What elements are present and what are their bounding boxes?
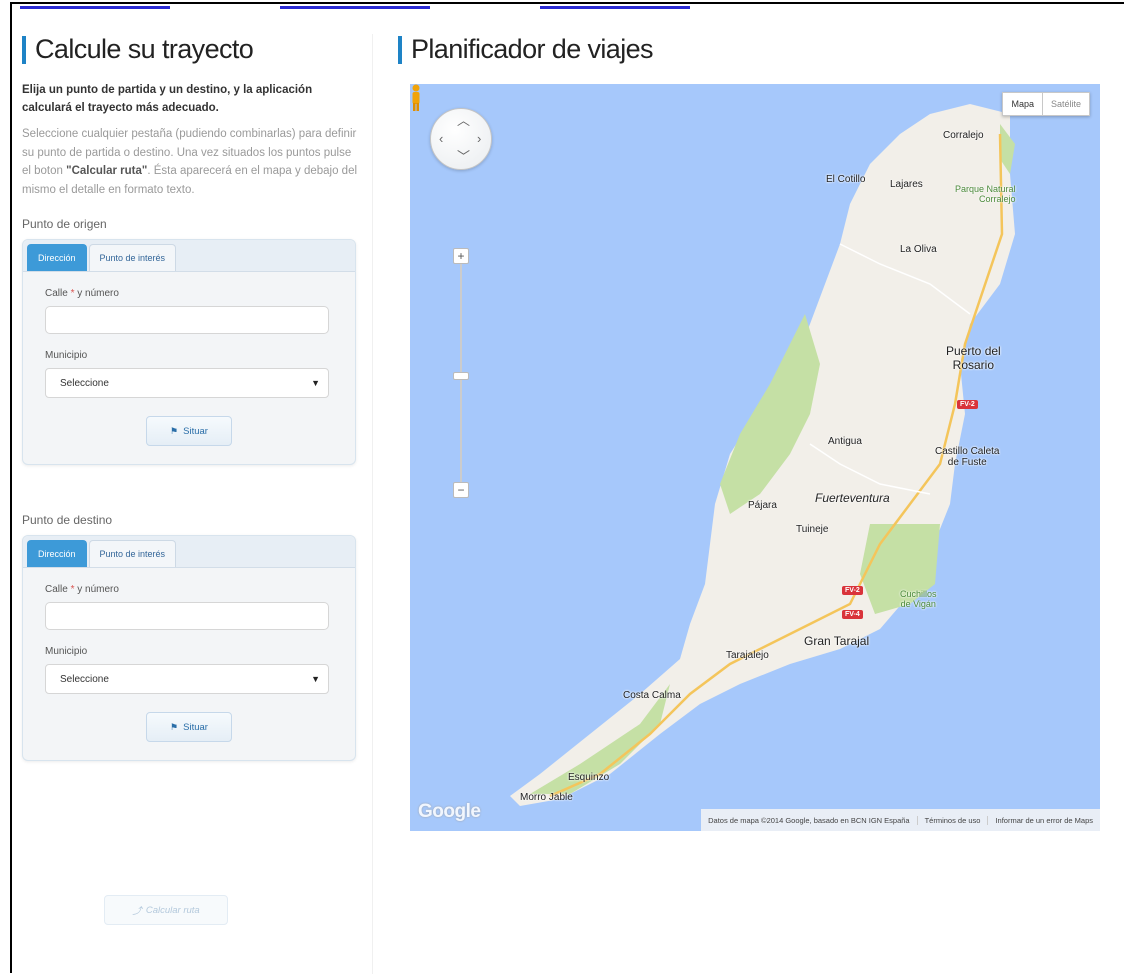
map-type-satellite-button[interactable]: Satélite <box>1042 92 1090 116</box>
zoom-out-button[interactable]: − <box>453 482 469 498</box>
dropdown-arrow-icon: ▼ <box>311 674 320 684</box>
planner-column: Planificador de viajes Corralejo El Coti… <box>398 34 1102 831</box>
report-error-link[interactable]: Informar de un error de Maps <box>987 815 1100 825</box>
google-logo: Google <box>418 801 481 822</box>
planner-heading: Planificador de viajes <box>398 34 1102 65</box>
road-badge: FV-4 <box>842 610 863 619</box>
intro-instructions: Seleccione cualquier pestaña (pudiendo c… <box>22 125 362 199</box>
cutoff-heading-link[interactable] <box>20 0 800 12</box>
calculate-route-label: Calcular ruta <box>145 904 200 916</box>
place-lajares: Lajares <box>890 179 923 190</box>
map-attribution: Datos de mapa ©2014 Google, basado en BC… <box>701 809 1100 831</box>
road-badge: FV-2 <box>842 586 863 595</box>
pegman-icon[interactable] <box>410 84 422 112</box>
origin-street-label-suffix: y número <box>74 288 119 299</box>
zoom-slider-handle[interactable] <box>453 372 469 380</box>
place-tarajalejo: Tarajalejo <box>726 650 769 661</box>
destination-street-label-text: Calle <box>45 584 68 595</box>
pan-right-icon[interactable]: › <box>477 132 481 145</box>
destination-tab-poi[interactable]: Punto de interés <box>88 540 177 567</box>
destination-section-label: Punto de destino <box>22 513 113 527</box>
destination-tab-address[interactable]: Dirección <box>27 540 87 567</box>
origin-section-label: Punto de origen <box>22 217 107 231</box>
origin-street-input[interactable] <box>45 306 329 334</box>
place-castillo-caleta: Castillo Caleta de Fuste <box>935 446 1000 468</box>
place-fuerteventura: Fuerteventura <box>815 491 890 505</box>
place-antigua: Antigua <box>828 436 862 447</box>
column-divider <box>372 34 373 974</box>
calculate-route-button[interactable]: ⤴ Calcular ruta <box>104 895 228 925</box>
origin-locate-label: Situar <box>183 425 208 437</box>
route-form-column: Calcule su trayecto Elija un punto de pa… <box>22 34 362 761</box>
place-puerto-del-rosario: Puerto del Rosario <box>946 344 1001 372</box>
origin-street-label-text: Calle <box>45 288 68 299</box>
map-type-control: Mapa Satélite <box>1002 92 1090 116</box>
origin-municipality-value: Seleccione <box>60 377 109 389</box>
heading-accent-bar <box>398 35 402 64</box>
place-parque-natural: Parque Natural Corralejo <box>955 184 1016 204</box>
place-la-oliva: La Oliva <box>900 244 937 255</box>
destination-street-input[interactable] <box>45 602 329 630</box>
place-morro-jable: Morro Jable <box>520 792 573 803</box>
map-data-credit: Datos de mapa ©2014 Google, basado en BC… <box>708 815 910 825</box>
place-cuchillos: Cuchillos de Vigán <box>900 589 937 609</box>
road-badge: FV-2 <box>957 400 978 409</box>
pan-control[interactable]: ︿ ﹀ ‹ › <box>430 108 492 170</box>
intro-text-strong: "Calcular ruta" <box>66 165 148 177</box>
route-form-title: Calcule su trayecto <box>35 34 254 64</box>
origin-municipality-label: Municipio <box>45 350 88 361</box>
place-pajara: Pájara <box>748 500 777 511</box>
heading-accent-bar <box>22 35 26 64</box>
destination-street-label-suffix: y número <box>74 584 119 595</box>
origin-street-label: Calle * y número <box>45 288 355 299</box>
terms-of-use-link[interactable]: Términos de uso <box>916 815 988 825</box>
origin-locate-button[interactable]: ⚑ Situar <box>146 416 232 446</box>
flag-icon: ⚑ <box>170 425 179 436</box>
dropdown-arrow-icon: ▼ <box>311 378 320 388</box>
place-costa-calma: Costa Calma <box>623 690 681 701</box>
origin-tabs: Dirección Punto de interés <box>23 240 355 272</box>
destination-locate-button[interactable]: ⚑ Situar <box>146 712 232 742</box>
map-canvas[interactable]: Corralejo El Cotillo Lajares Parque Natu… <box>410 84 1100 831</box>
destination-municipality-value: Seleccione <box>60 673 109 685</box>
origin-tab-address[interactable]: Dirección <box>27 244 87 271</box>
origin-panel: Dirección Punto de interés Calle * y núm… <box>22 239 356 465</box>
route-form-heading: Calcule su trayecto <box>22 34 362 65</box>
place-tuineje: Tuineje <box>796 524 829 535</box>
pan-up-icon[interactable]: ︿ <box>457 114 470 127</box>
place-corralejo: Corralejo <box>943 130 984 141</box>
map-type-map-button[interactable]: Mapa <box>1002 92 1043 116</box>
destination-municipality-select[interactable]: Seleccione ▼ <box>45 664 329 694</box>
destination-panel: Dirección Punto de interés Calle * y núm… <box>22 535 356 761</box>
place-gran-tarajal: Gran Tarajal <box>804 634 870 648</box>
destination-locate-label: Situar <box>183 721 208 733</box>
zoom-in-button[interactable]: + <box>453 248 469 264</box>
destination-street-label: Calle * y número <box>45 584 355 595</box>
pan-down-icon[interactable]: ﹀ <box>457 150 470 163</box>
destination-tabs: Dirección Punto de interés <box>23 536 355 568</box>
route-icon: ⤴ <box>132 906 142 917</box>
planner-title: Planificador de viajes <box>411 34 654 64</box>
origin-tab-poi[interactable]: Punto de interés <box>88 244 177 271</box>
flag-icon: ⚑ <box>170 721 179 732</box>
place-el-cotillo: El Cotillo <box>826 174 866 185</box>
origin-municipality-select[interactable]: Seleccione ▼ <box>45 368 329 398</box>
pan-left-icon[interactable]: ‹ <box>439 132 443 145</box>
destination-municipality-label: Municipio <box>45 646 88 657</box>
place-esquinzo: Esquinzo <box>568 772 610 783</box>
intro-bold-text: Elija un punto de partida y un destino, … <box>22 84 313 114</box>
